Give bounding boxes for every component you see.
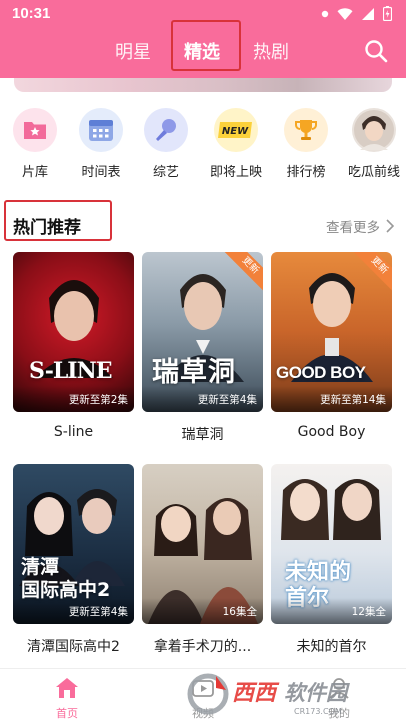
episode-badge: 更新至第4集	[13, 598, 134, 624]
quick-nav-label: 排行榜	[286, 165, 326, 180]
status-time: 10:31	[12, 5, 51, 22]
drama-poster: 瑞草洞 更新 更新至第4集	[142, 252, 263, 412]
see-more-label: 查看更多	[326, 220, 380, 236]
top-header: 10:31 明星 精选 热剧	[0, 0, 406, 78]
quick-nav-label: 片库	[21, 165, 48, 180]
episode-badge: 12集全	[271, 598, 392, 624]
notification-dot-icon	[321, 10, 329, 17]
quick-nav-label: 吃瓜前线	[347, 165, 400, 180]
episode-status: 12集全	[351, 606, 386, 618]
episode-badge: 更新至第2集	[13, 386, 134, 412]
status-icons	[321, 6, 392, 21]
quick-nav-label: 即将上映	[209, 165, 262, 180]
nav-home-label: 首页	[56, 707, 78, 720]
episode-badge: 更新至第14集	[271, 386, 392, 412]
battery-icon	[383, 6, 392, 21]
banner-carousel[interactable]	[14, 78, 392, 92]
quick-nav-library[interactable]: 片库	[3, 108, 67, 180]
svg-text:CR173.COM: CR173.COM	[294, 707, 342, 716]
drama-title: 拿着手术刀的...	[153, 639, 252, 655]
episode-status: 更新至第2集	[68, 394, 128, 406]
svg-text:NEW: NEW	[222, 126, 249, 137]
episode-status: 更新至第14集	[320, 394, 386, 406]
tab-stars[interactable]: 明星	[115, 38, 151, 64]
drama-card[interactable]: 未知的首尔 12集全 未知的首尔	[271, 464, 392, 656]
quick-nav-variety[interactable]: 综艺	[134, 108, 198, 180]
episode-badge: 16集全	[142, 598, 263, 624]
wifi-icon	[337, 7, 353, 20]
new-badge-icon: NEW	[214, 108, 258, 152]
microphone-icon	[144, 108, 188, 152]
quick-nav-label: 综艺	[152, 165, 179, 180]
quick-nav-label: 时间表	[81, 165, 121, 180]
drama-title: 清潭国际高中2	[27, 639, 120, 655]
drama-card[interactable]: 瑞草洞 更新 更新至第4集 瑞草洞	[142, 252, 263, 444]
poster-title: GOOD BOY	[276, 363, 366, 382]
drama-poster: S-LINE 更新至第2集	[13, 252, 134, 412]
drama-poster: 16集全	[142, 464, 263, 624]
folder-star-icon	[13, 108, 57, 152]
trophy-icon	[284, 108, 328, 152]
tab-hot-dramas[interactable]: 热剧	[253, 38, 289, 64]
drama-card[interactable]: GOOD BOY 更新 更新至第14集 Good Boy	[271, 252, 392, 440]
search-icon[interactable]	[364, 39, 388, 63]
poster-title: 瑞草洞	[152, 357, 236, 388]
watermark-logo: 西西 软件园 CR173.COM	[187, 673, 350, 716]
avatar-icon	[352, 108, 396, 152]
quick-nav-schedule[interactable]: 时间表	[69, 108, 133, 180]
episode-status: 更新至第4集	[197, 394, 257, 406]
quick-nav-ranking[interactable]: 排行榜	[274, 108, 338, 180]
calendar-icon	[79, 108, 123, 152]
nav-home[interactable]: 首页	[37, 677, 97, 721]
drama-title: S-line	[53, 424, 94, 440]
quick-nav-upcoming[interactable]: NEW 即将上映	[204, 108, 268, 180]
drama-card[interactable]: S-LINE 更新至第2集 S-line	[13, 252, 134, 440]
chevron-right-icon	[386, 219, 394, 233]
svg-text:软件园: 软件园	[284, 681, 350, 705]
episode-badge: 更新至第4集	[142, 386, 263, 412]
drama-poster: 清潭 国际高中2 更新至第4集	[13, 464, 134, 624]
drama-card[interactable]: 16集全 拿着手术刀的...	[142, 464, 263, 656]
drama-title: 未知的首尔	[296, 639, 367, 655]
quick-nav-gossip[interactable]: 吃瓜前线	[342, 108, 406, 180]
highlight-box-section	[4, 200, 112, 241]
drama-title: 瑞草洞	[181, 427, 224, 443]
quick-nav: 片库 时间表 综艺 NEW 即将上映 排行榜 吃瓜前线	[0, 108, 406, 188]
home-icon	[56, 678, 78, 698]
signal-icon	[362, 7, 374, 20]
episode-status: 更新至第4集	[68, 606, 128, 618]
drama-title: Good Boy	[297, 424, 366, 440]
poster-title: 清潭 国际高中2	[21, 556, 111, 601]
drama-poster: 未知的首尔 12集全	[271, 464, 392, 624]
drama-card[interactable]: 清潭 国际高中2 更新至第4集 清潭国际高中2	[13, 464, 134, 656]
svg-text:西西: 西西	[232, 681, 280, 706]
drama-poster: GOOD BOY 更新 更新至第14集	[271, 252, 392, 412]
poster-title: S-LINE	[29, 358, 112, 384]
highlight-box-featured	[171, 20, 241, 71]
episode-status: 16集全	[222, 606, 257, 618]
see-more-link[interactable]: 查看更多	[326, 216, 394, 236]
